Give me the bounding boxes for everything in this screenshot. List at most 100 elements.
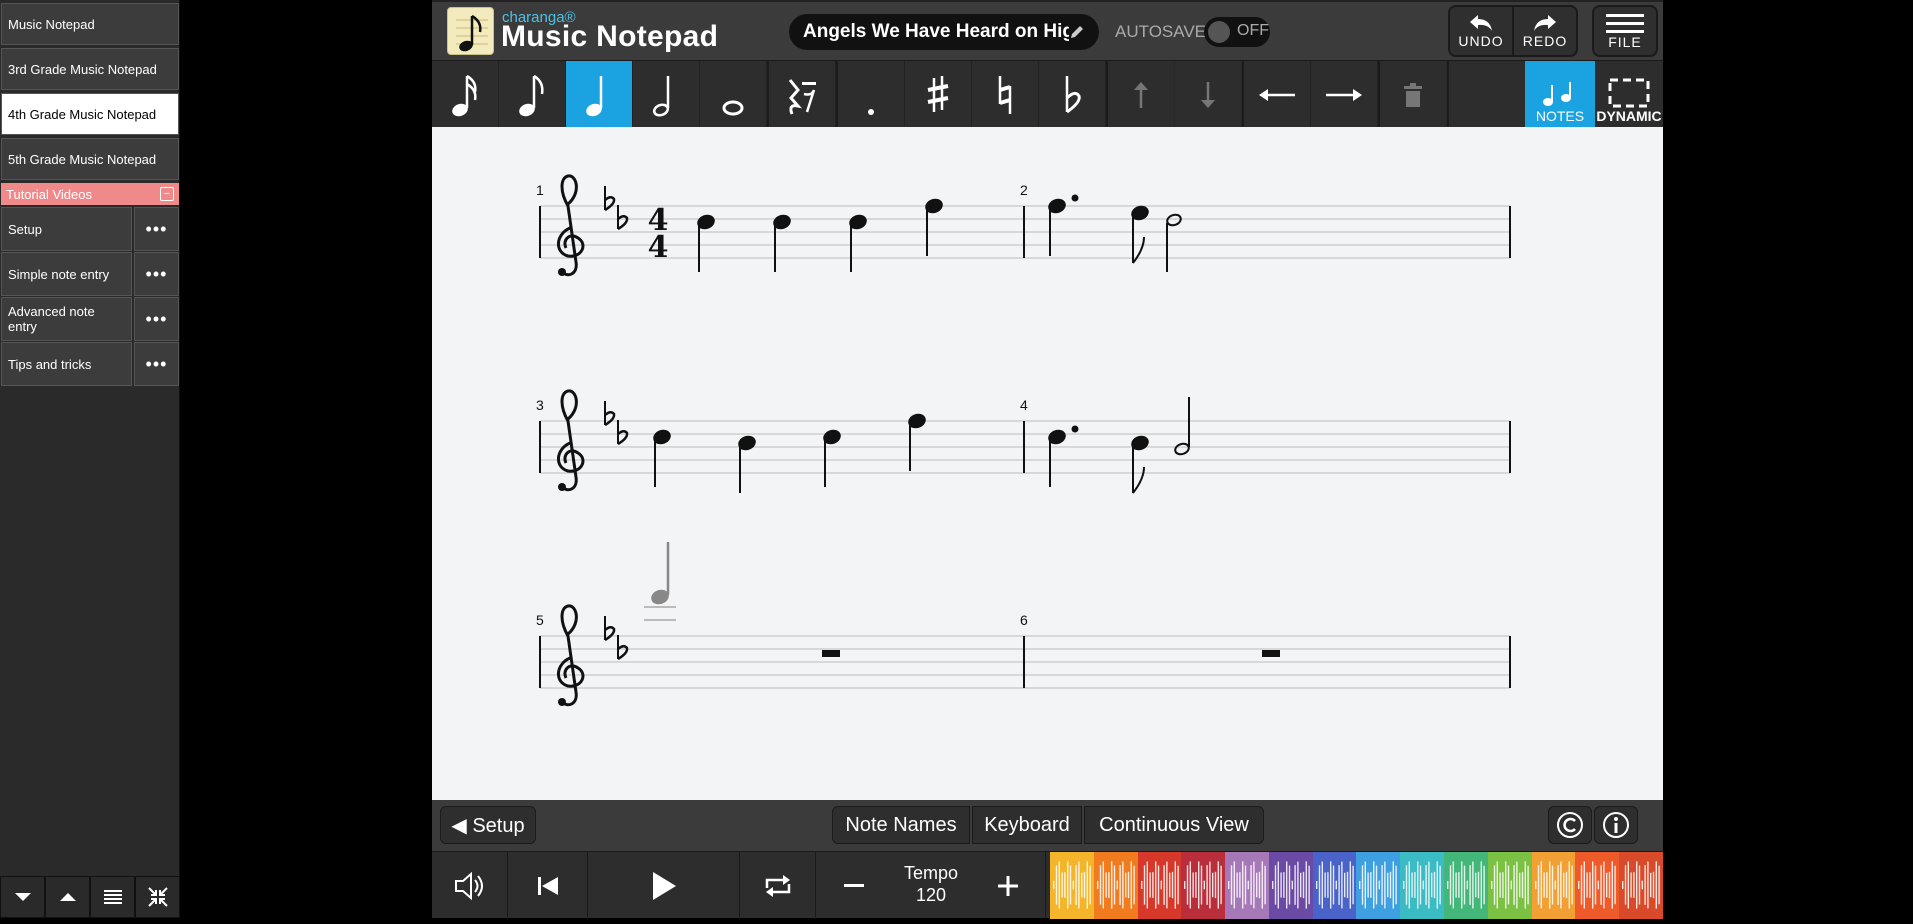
list-view-button[interactable] xyxy=(90,876,135,918)
measure-number: 2 xyxy=(1020,182,1028,198)
tempo-decrease-button[interactable] xyxy=(816,852,892,919)
autosave-toggle[interactable]: OFF xyxy=(1204,17,1270,47)
rewind-button[interactable] xyxy=(508,852,588,919)
sidebar-item-4th-grade[interactable]: 4th Grade Music Notepad xyxy=(1,93,179,135)
whole-note-button[interactable] xyxy=(700,61,767,128)
waveform-icon xyxy=(1096,861,1135,909)
notes-tab[interactable]: NOTES xyxy=(1525,61,1595,128)
measure-number: 3 xyxy=(536,397,544,413)
whole-rest[interactable] xyxy=(1262,650,1280,657)
staff-system-3: 5 6 xyxy=(536,542,1511,708)
dot-icon xyxy=(868,108,874,115)
collapse-view-button[interactable] xyxy=(135,876,180,918)
dot-button[interactable] xyxy=(838,61,905,128)
wave-tile[interactable] xyxy=(1225,852,1269,919)
wave-tile[interactable] xyxy=(1181,852,1226,919)
waveform-icon xyxy=(1184,861,1223,909)
collapse-icon[interactable]: − xyxy=(160,187,174,201)
pitch-up-button[interactable] xyxy=(1108,61,1175,128)
copyright-icon xyxy=(1557,812,1583,838)
sidebar-item-5th-grade[interactable]: 5th Grade Music Notepad xyxy=(1,138,179,180)
move-right-button[interactable] xyxy=(1311,61,1378,128)
speaker-icon xyxy=(454,871,483,900)
copyright-button[interactable] xyxy=(1548,806,1592,844)
wave-tile[interactable] xyxy=(1575,852,1620,919)
loop-button[interactable] xyxy=(740,852,816,919)
song-title-field[interactable]: Angels We Have Heard on Hig xyxy=(789,14,1099,50)
wave-tile[interactable] xyxy=(1444,852,1488,919)
info-button[interactable] xyxy=(1594,806,1638,844)
view-controls-bar: ◀ Setup Note Names Keyboard Continuous V… xyxy=(432,800,1663,851)
quarter-note-button[interactable] xyxy=(566,61,633,128)
measure-number: 1 xyxy=(536,182,544,198)
chevron-up-icon xyxy=(59,893,76,901)
note-names-button[interactable]: Note Names xyxy=(832,806,970,844)
video-row-tips-and-tricks: Tips and tricks ••• xyxy=(1,342,179,386)
natural-button[interactable] xyxy=(972,61,1039,128)
sidebar-item-music-notepad[interactable]: Music Notepad xyxy=(1,3,179,45)
more-options-icon[interactable]: ••• xyxy=(134,297,179,341)
treble-clef-icon xyxy=(556,604,585,708)
eighth-note-icon xyxy=(519,74,544,116)
sidebar-item-label: 3rd Grade Music Notepad xyxy=(8,61,157,77)
sixteenth-note-button[interactable] xyxy=(432,61,499,128)
video-tips-and-tricks-button[interactable]: Tips and tricks xyxy=(1,342,132,386)
more-options-icon[interactable]: ••• xyxy=(134,342,179,386)
waveform-icon xyxy=(1359,861,1398,909)
wave-tile[interactable] xyxy=(1356,852,1401,919)
tutorial-videos-header[interactable]: Tutorial Videos − xyxy=(1,183,179,205)
note[interactable] xyxy=(1174,442,1191,456)
rest-button[interactable] xyxy=(769,61,836,128)
waveform-icon xyxy=(1447,861,1485,909)
tempo-value: 120 xyxy=(915,885,947,905)
instrument-strip[interactable] xyxy=(1050,852,1663,919)
video-simple-note-entry-button[interactable]: Simple note entry xyxy=(1,252,132,296)
more-options-icon[interactable]: ••• xyxy=(134,207,179,251)
dynamic-tab[interactable]: DYNAMIC xyxy=(1595,61,1663,128)
wave-tile[interactable] xyxy=(1531,852,1576,919)
scroll-up-button[interactable] xyxy=(45,876,90,918)
wave-tile[interactable] xyxy=(1268,852,1313,919)
pitch-down-button[interactable] xyxy=(1175,61,1242,128)
waveform-icon xyxy=(1490,861,1529,909)
sharp-button[interactable] xyxy=(905,61,972,128)
flat-button[interactable] xyxy=(1039,61,1106,128)
sixteenth-note-icon xyxy=(452,74,477,116)
whole-rest[interactable] xyxy=(822,650,840,657)
wave-tile[interactable] xyxy=(1619,852,1663,919)
music-notepad-app: charanga® Music Notepad Angels We Have H… xyxy=(432,0,1663,919)
wave-tile[interactable] xyxy=(1093,852,1138,919)
note-toolbar: NOTES DYNAMIC xyxy=(432,60,1663,128)
file-menu-button[interactable]: FILE xyxy=(1592,5,1658,57)
wave-tile[interactable] xyxy=(1137,852,1182,919)
scroll-down-button[interactable] xyxy=(0,876,45,918)
notes-tab-label: NOTES xyxy=(1535,108,1585,124)
score-canvas[interactable]: 1 4 4 2 3 4 5 6 xyxy=(432,127,1663,800)
keyboard-button[interactable]: Keyboard xyxy=(972,806,1082,844)
undo-label: UNDO xyxy=(1458,33,1504,49)
play-button[interactable] xyxy=(588,852,740,919)
undo-button[interactable]: UNDO xyxy=(1448,5,1514,57)
redo-button[interactable]: REDO xyxy=(1512,5,1578,57)
tempo-display: Tempo 120 xyxy=(892,852,970,919)
sidebar-item-3rd-grade[interactable]: 3rd Grade Music Notepad xyxy=(1,48,179,90)
note[interactable] xyxy=(1166,213,1183,227)
video-setup-button[interactable]: Setup xyxy=(1,207,132,251)
wave-tile[interactable] xyxy=(1400,852,1445,919)
continuous-view-button[interactable]: Continuous View xyxy=(1084,806,1264,844)
video-advanced-note-entry-button[interactable]: Advanced note entry xyxy=(1,297,132,341)
eighth-note-button[interactable] xyxy=(499,61,566,128)
redo-icon xyxy=(1534,15,1556,31)
setup-button[interactable]: ◀ Setup xyxy=(440,806,536,844)
wave-tile[interactable] xyxy=(1050,852,1094,919)
more-options-icon[interactable]: ••• xyxy=(134,252,179,296)
hamburger-menu-icon xyxy=(1606,14,1644,33)
wave-tile[interactable] xyxy=(1487,852,1532,919)
tempo-increase-button[interactable] xyxy=(970,852,1046,919)
volume-button[interactable] xyxy=(432,852,508,919)
delete-button[interactable] xyxy=(1380,61,1447,128)
wave-tile[interactable] xyxy=(1312,852,1357,919)
arrow-left-icon xyxy=(1259,88,1295,101)
half-note-button[interactable] xyxy=(633,61,700,128)
move-left-button[interactable] xyxy=(1244,61,1311,128)
